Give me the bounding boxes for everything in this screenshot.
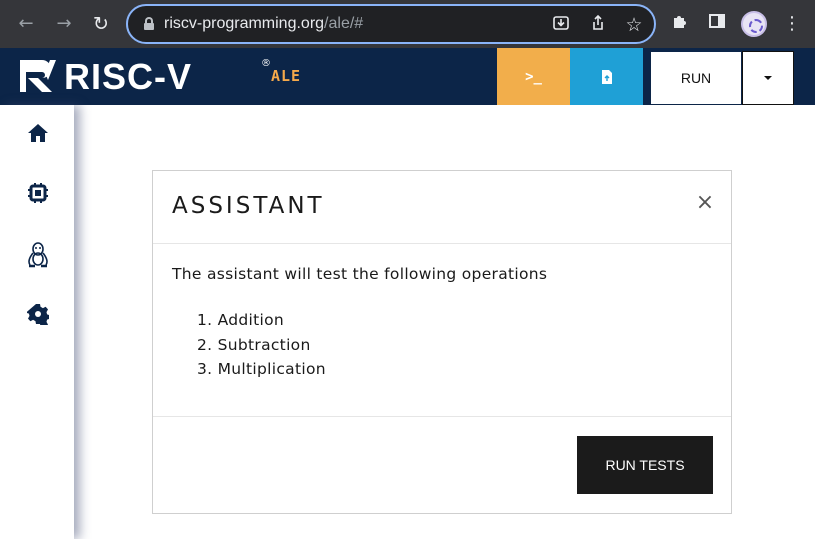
modal-intro-text: The assistant will test the following op… [172,265,548,283]
reload-icon[interactable]: ↻ [89,12,113,36]
run-button[interactable]: RUN [650,51,742,105]
logo-text: RISC-V [64,56,193,97]
caret-down-icon [764,76,772,80]
home-icon[interactable] [24,119,52,147]
kebab-menu-icon[interactable]: ⋮ [780,12,804,36]
forward-icon[interactable]: → [52,12,76,36]
address-bar[interactable]: riscv-programming.org/ale/# ☆ [126,4,656,44]
star-icon[interactable]: ☆ [623,14,645,36]
operations-list: 1. Addition 2. Subtraction 3. Multiplica… [197,308,326,382]
back-icon[interactable]: ← [14,12,38,36]
url-text[interactable]: riscv-programming.org/ale/# [164,15,363,33]
gear-icon[interactable] [24,300,52,328]
list-item: 1. Addition [197,311,285,329]
share-icon[interactable] [587,14,609,36]
cpu-chip-icon[interactable] [24,179,52,207]
logo-subtitle: ALE [271,67,302,85]
side-panel-icon[interactable] [705,12,729,36]
registered-mark: ® [261,58,271,69]
install-app-icon[interactable] [550,14,572,36]
close-icon[interactable]: × [694,192,716,214]
modal-header: ASSISTANT × [153,171,731,244]
modal-title: ASSISTANT [172,193,325,219]
file-upload-icon [601,69,612,84]
browser-toolbar: ← → ↻ riscv-programming.org/ale/# ☆ ⋮ [0,0,815,48]
list-item: 3. Multiplication [197,360,326,378]
puzzle-icon[interactable] [668,12,692,36]
sidebar [0,105,74,539]
upload-file-button[interactable] [570,48,643,105]
risc-v-logo-mark [20,60,56,92]
tux-linux-icon[interactable] [24,241,52,269]
list-item: 2. Subtraction [197,335,311,354]
lock-icon[interactable] [144,17,154,31]
profile-avatar[interactable] [741,11,767,37]
run-tests-button[interactable]: RUN TESTS [577,436,713,494]
app-header: RISC-V ® ALE >_ RUN [0,48,815,105]
run-options-dropdown[interactable] [742,51,794,105]
modal-body: The assistant will test the following op… [153,245,731,417]
terminal-button[interactable]: >_ [497,48,570,105]
terminal-icon: >_ [525,68,542,85]
assistant-modal: ASSISTANT × The assistant will test the … [152,170,732,514]
